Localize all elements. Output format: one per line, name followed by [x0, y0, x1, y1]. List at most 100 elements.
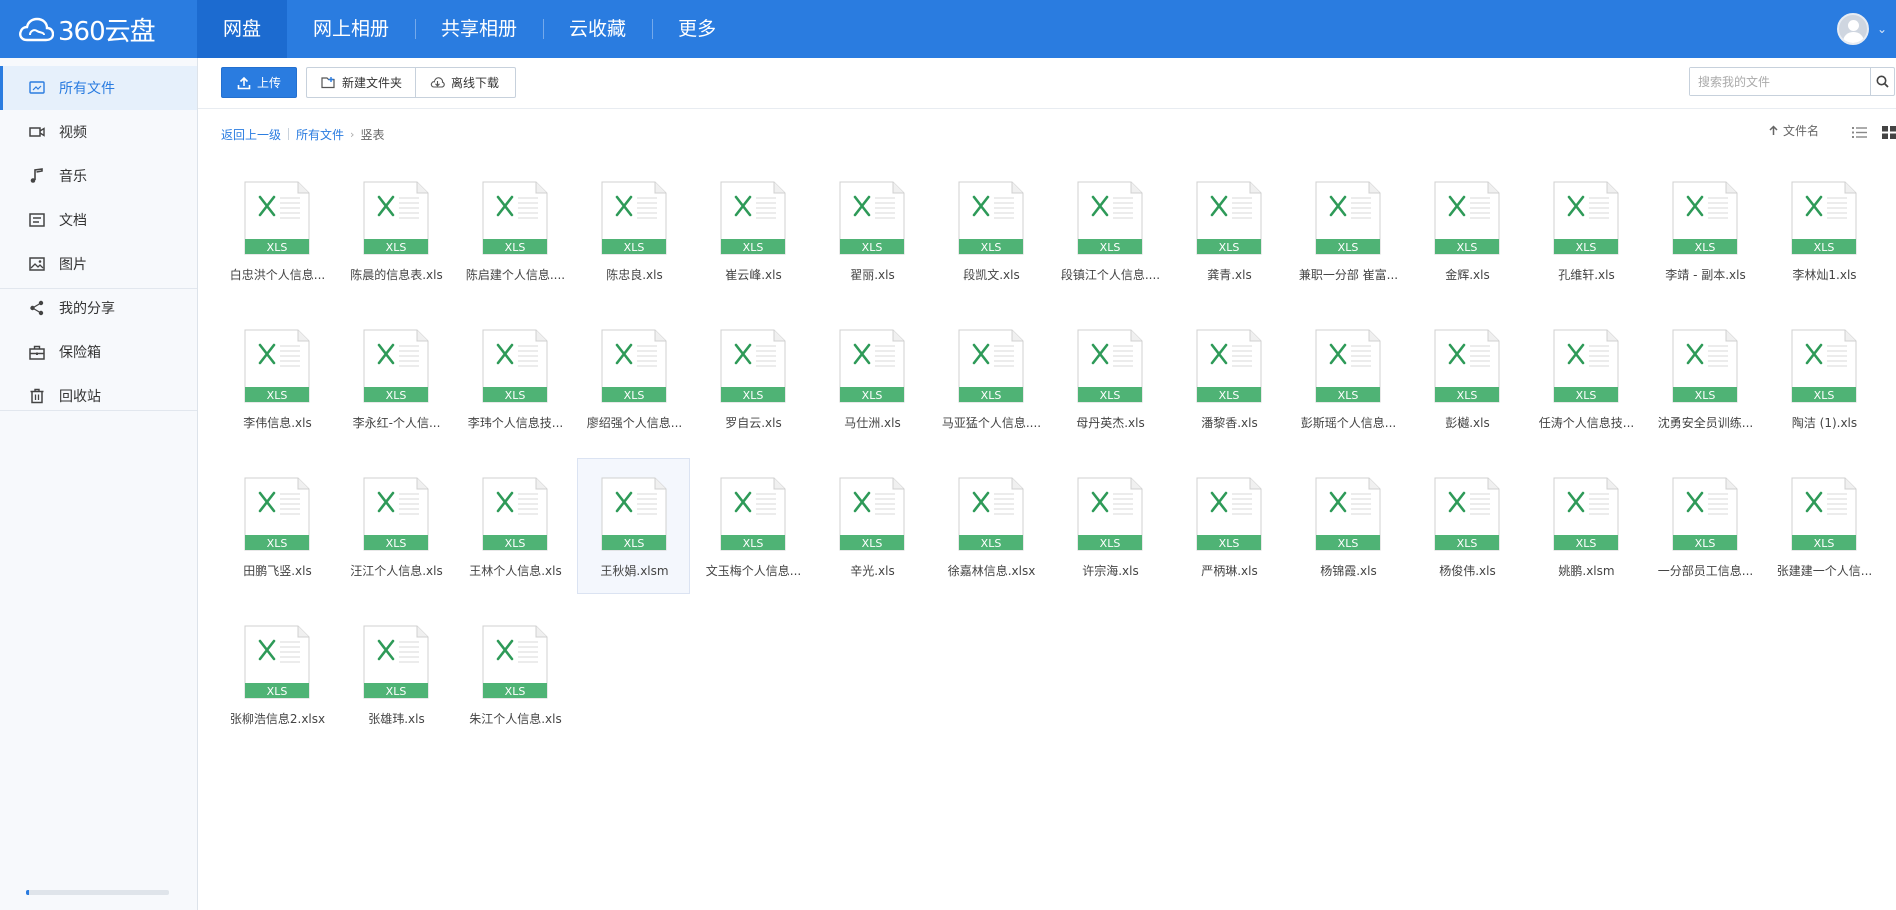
file-item[interactable]: XLS 沈勇安全员训练... — [1648, 310, 1761, 446]
file-name: 田鹏飞竖.xls — [243, 564, 312, 578]
file-item[interactable]: XLS 龚青.xls — [1172, 162, 1285, 298]
file-name: 李永红-个人信... — [352, 416, 441, 430]
svg-text:XLS: XLS — [505, 685, 526, 698]
new-folder-button[interactable]: 新建文件夹 — [306, 67, 416, 98]
file-name: 崔云峰.xls — [725, 268, 782, 282]
sidebar-item[interactable]: 文档 — [0, 198, 197, 242]
xls-file-icon: XLS — [720, 329, 786, 403]
file-name: 龚青.xls — [1207, 268, 1252, 282]
trash-icon — [27, 386, 47, 406]
file-item[interactable]: XLS 徐嘉林信息.xlsx — [934, 458, 1047, 594]
xls-file-icon: XLS — [363, 181, 429, 255]
file-item[interactable]: XLS 段凯文.xls — [934, 162, 1047, 298]
svg-text:XLS: XLS — [267, 537, 288, 550]
nav-tab[interactable]: 网盘 — [197, 0, 288, 58]
file-item[interactable]: XLS 潘黎香.xls — [1172, 310, 1285, 446]
svg-text:XLS: XLS — [1814, 241, 1835, 254]
nav-tab[interactable]: 共享相册 — [415, 0, 543, 58]
file-item[interactable]: XLS 杨锦霞.xls — [1291, 458, 1404, 594]
file-item[interactable]: XLS 严柄琳.xls — [1172, 458, 1285, 594]
sidebar-item[interactable]: 音乐 — [0, 154, 197, 198]
xls-file-icon: XLS — [839, 181, 905, 255]
file-item[interactable]: XLS 廖绍强个人信息... — [577, 310, 690, 446]
sidebar-item[interactable]: 图片 — [0, 242, 197, 286]
file-item[interactable]: XLS 母丹英杰.xls — [1053, 310, 1166, 446]
file-item[interactable]: XLS 陈晨的信息表.xls — [339, 162, 452, 298]
file-item[interactable]: XLS 罗自云.xls — [696, 310, 809, 446]
file-item[interactable]: XLS 陶洁 (1).xls — [1767, 310, 1880, 446]
file-item[interactable]: XLS 李林灿1.xls — [1767, 162, 1880, 298]
file-item[interactable]: XLS 辛光.xls — [815, 458, 928, 594]
cloud-download-icon — [430, 77, 445, 88]
back-link[interactable]: 返回上一级 — [221, 126, 281, 143]
file-item[interactable]: XLS 孔维轩.xls — [1529, 162, 1642, 298]
file-item[interactable]: XLS 白忠洪个人信息... — [220, 162, 333, 298]
svg-text:XLS: XLS — [981, 537, 1002, 550]
app-logo[interactable]: 360云盘 — [18, 13, 156, 47]
svg-text:XLS: XLS — [1576, 241, 1597, 254]
file-item[interactable]: XLS 李永红-个人信... — [339, 310, 452, 446]
toolbar: 上传 新建文件夹 离线下载 — [198, 58, 1896, 109]
xls-file-icon: XLS — [1553, 477, 1619, 551]
file-item[interactable]: XLS 陈忠良.xls — [577, 162, 690, 298]
file-item[interactable]: XLS 王秋娟.xlsm — [577, 458, 690, 594]
file-item[interactable]: XLS 姚鹏.xlsm — [1529, 458, 1642, 594]
sidebar-item[interactable]: 回收站 — [0, 374, 197, 418]
file-item[interactable]: XLS 汪江个人信息.xls — [339, 458, 452, 594]
file-item[interactable]: XLS 彭斯瑶个人信息... — [1291, 310, 1404, 446]
file-item[interactable]: XLS 田鹏飞竖.xls — [220, 458, 333, 594]
file-item[interactable]: XLS 文玉梅个人信息... — [696, 458, 809, 594]
file-item[interactable]: XLS 一分部员工信息... — [1648, 458, 1761, 594]
music-icon — [27, 166, 47, 186]
file-item[interactable]: XLS 段镇江个人信息.... — [1053, 162, 1166, 298]
sidebar-item[interactable]: 所有文件 — [0, 66, 197, 110]
xls-file-icon: XLS — [839, 477, 905, 551]
search-button[interactable] — [1870, 68, 1894, 95]
file-item[interactable]: XLS 朱江个人信息.xls — [458, 606, 571, 742]
svg-text:XLS: XLS — [862, 537, 883, 550]
file-item[interactable]: XLS 崔云峰.xls — [696, 162, 809, 298]
sidebar-item[interactable]: 保险箱 — [0, 330, 197, 374]
file-item[interactable]: XLS 张建建一个人信... — [1767, 458, 1880, 594]
sort-by-name[interactable]: 文件名 — [1769, 122, 1819, 139]
avatar[interactable] — [1837, 13, 1869, 45]
file-item[interactable]: XLS 翟丽.xls — [815, 162, 928, 298]
file-name: 陈忠良.xls — [606, 268, 663, 282]
file-item[interactable]: XLS 任涛个人信息技... — [1529, 310, 1642, 446]
list-view-icon[interactable] — [1852, 124, 1867, 143]
new-folder-label: 新建文件夹 — [342, 76, 403, 90]
nav-tab[interactable]: 云收藏 — [543, 0, 652, 58]
nav-tab[interactable]: 更多 — [652, 0, 742, 58]
file-item[interactable]: XLS 马仕洲.xls — [815, 310, 928, 446]
sidebar-item[interactable]: 视频 — [0, 110, 197, 154]
file-item[interactable]: XLS 王林个人信息.xls — [458, 458, 571, 594]
file-item[interactable]: XLS 彭樾.xls — [1410, 310, 1523, 446]
svg-text:XLS: XLS — [1457, 241, 1478, 254]
file-name: 张柳浩信息2.xlsx — [229, 712, 326, 726]
file-item[interactable]: XLS 李靖 - 副本.xls — [1648, 162, 1761, 298]
file-item[interactable]: XLS 李伟信息.xls — [220, 310, 333, 446]
file-item[interactable]: XLS 张雄玮.xls — [339, 606, 452, 742]
document-icon — [27, 210, 47, 230]
chevron-down-icon[interactable]: ⌄ — [1877, 22, 1887, 36]
upload-button[interactable]: 上传 — [221, 67, 297, 98]
search-input[interactable] — [1690, 68, 1870, 95]
file-item[interactable]: XLS 许宗海.xls — [1053, 458, 1166, 594]
offline-download-button[interactable]: 离线下载 — [416, 67, 516, 98]
file-item[interactable]: XLS 马亚猛个人信息.... — [934, 310, 1047, 446]
file-item[interactable]: XLS 李玮个人信息技... — [458, 310, 571, 446]
breadcrumb-divider — [288, 128, 290, 140]
grid-view-icon[interactable] — [1882, 124, 1896, 143]
xls-file-icon: XLS — [1315, 477, 1381, 551]
nav-tab[interactable]: 网上相册 — [287, 0, 415, 58]
file-item[interactable]: XLS 兼职一分部 崔富... — [1291, 162, 1404, 298]
file-item[interactable]: XLS 金辉.xls — [1410, 162, 1523, 298]
sidebar-item[interactable]: 我的分享 — [0, 286, 197, 330]
file-item[interactable]: XLS 陈启建个人信息.... — [458, 162, 571, 298]
breadcrumb-root[interactable]: 所有文件 — [296, 126, 344, 143]
svg-text:XLS: XLS — [743, 389, 764, 402]
file-item[interactable]: XLS 杨俊伟.xls — [1410, 458, 1523, 594]
xls-file-icon: XLS — [1434, 329, 1500, 403]
file-name: 段镇江个人信息.... — [1060, 268, 1161, 282]
file-item[interactable]: XLS 张柳浩信息2.xlsx — [220, 606, 333, 742]
